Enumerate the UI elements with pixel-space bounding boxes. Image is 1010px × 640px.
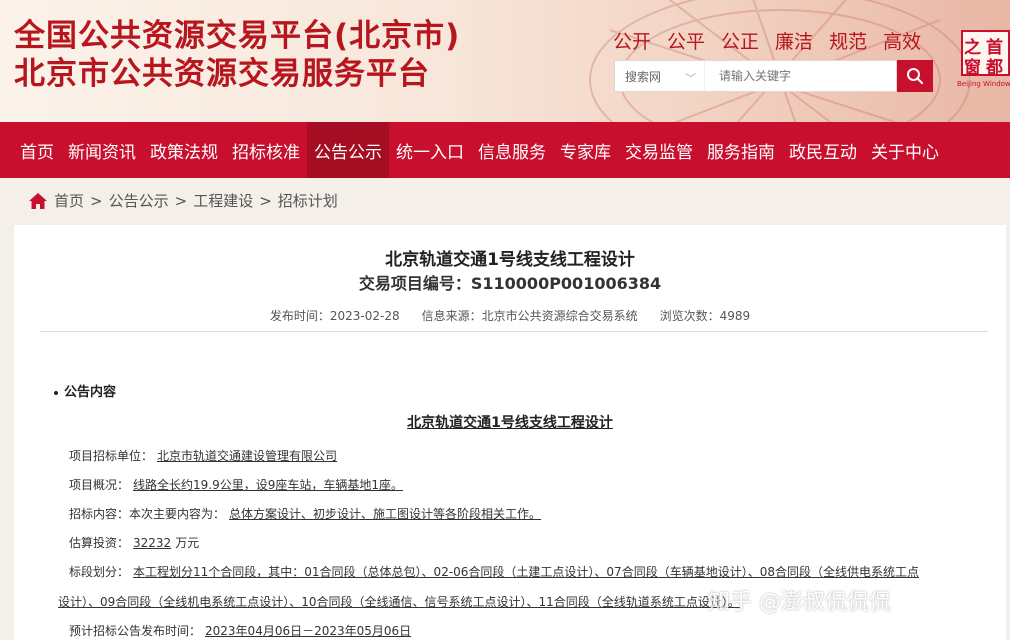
slogan-group: 公开 公平 公正 廉洁 规范 高效 — [613, 27, 921, 54]
bullet-icon — [54, 390, 58, 395]
field-value: 本工程划分11个合同段，其中：01合同段（总体总包）、02-06合同段（土建工点… — [133, 565, 919, 579]
field-value: 北京市轨道交通建设管理有限公司 — [157, 449, 338, 463]
field-expected-publish: 预计招标公告发布时间： 2023年04月06日－2023年05月06日 — [69, 622, 415, 639]
search-bar: 搜索网 ﹀ — [614, 60, 944, 92]
slogan: 廉洁 — [775, 31, 814, 53]
site-title-beijing: 北京市公共资源交易服务平台 — [14, 56, 430, 92]
publish-time: 发布时间：2023-02-28 — [269, 309, 400, 323]
field-label: 估算投资： — [69, 536, 130, 550]
article-panel: 北京轨道交通1号线支线工程设计 交易项目编号：S110000P001006384… — [14, 225, 1006, 640]
nav-item-policy[interactable]: 政策法规 — [143, 122, 225, 178]
nav-item-expert-db[interactable]: 专家库 — [553, 122, 618, 178]
search-scope-label: 搜索网 — [625, 69, 662, 84]
field-label: 项目概况： — [69, 478, 130, 492]
breadcrumb-separator: > — [174, 191, 188, 210]
notice-title: 北京轨道交通1号线支线工程设计 — [407, 415, 613, 431]
nav-item-unified-entry[interactable]: 统一入口 — [389, 122, 471, 178]
slogan: 公平 — [667, 31, 706, 53]
nav-item-news[interactable]: 新闻资讯 — [61, 122, 143, 178]
field-lot-division-cont: 设计）、09合同段（全线机电系统工点设计）、10合同段（全线通信、信号系统工点设… — [54, 593, 744, 610]
section-heading: 公告内容 — [54, 381, 116, 400]
field-value: 总体方案设计、初步设计、施工图设计等各阶段相关工作。 — [229, 507, 542, 521]
breadcrumb-separator: > — [259, 191, 272, 210]
slogan: 规范 — [829, 31, 868, 53]
article-title: 北京轨道交通1号线支线工程设计 — [385, 250, 635, 270]
slogan: 公开 — [613, 31, 652, 53]
beijing-window-logo: 之 首 窗 都 Beijing Window — [957, 28, 1010, 88]
field-unit: 万元 — [175, 536, 200, 550]
field-tendering-unit: 项目招标单位： 北京市轨道交通建设管理有限公司 — [69, 447, 341, 464]
nav-item-bid-approval[interactable]: 招标核准 — [225, 122, 307, 178]
search-scope-select[interactable]: 搜索网 ﹀ — [614, 60, 704, 92]
nav-item-about[interactable]: 关于中心 — [864, 122, 946, 178]
field-label: 项目招标单位： — [69, 449, 154, 463]
section-heading-text: 公告内容 — [64, 385, 117, 400]
site-header: 全国公共资源交易平台(北京市) 北京市公共资源交易服务平台 公开 公平 公正 廉… — [0, 0, 1010, 122]
divider — [40, 331, 988, 332]
nav-item-interaction[interactable]: 政民互动 — [782, 122, 864, 178]
nav-item-info-service[interactable]: 信息服务 — [471, 122, 553, 178]
search-input[interactable] — [704, 60, 897, 92]
field-project-overview: 项目概况： 线路全长约19.9公里，设9座车站，车辆基地1座。 — [69, 476, 407, 493]
nav-item-announcements[interactable]: 公告公示 — [307, 122, 389, 178]
field-label: 预计招标公告发布时间： — [69, 624, 202, 638]
field-value: 线路全长约19.9公里，设9座车站，车辆基地1座。 — [133, 478, 404, 492]
main-nav: 首页 新闻资讯 政策法规 招标核准 公告公示 统一入口 信息服务 专家库 交易监… — [0, 122, 1010, 178]
nav-item-service-guide[interactable]: 服务指南 — [700, 122, 782, 178]
seal-char: 都 — [986, 58, 1003, 78]
search-button[interactable] — [897, 60, 933, 92]
field-label: 标段划分： — [69, 565, 130, 579]
breadcrumb-construction[interactable]: 工程建设 — [193, 190, 253, 211]
breadcrumb: 首页 > 公告公示 > 工程建设 > 招标计划 — [28, 190, 338, 211]
breadcrumb-bid-plan[interactable]: 招标计划 — [278, 190, 338, 211]
field-estimated-investment: 估算投资： 32232 万元 — [69, 534, 199, 551]
breadcrumb-announcements[interactable]: 公告公示 — [109, 190, 169, 211]
breadcrumb-separator: > — [90, 191, 103, 210]
slogan: 公正 — [721, 31, 760, 53]
slogan: 高效 — [883, 31, 922, 53]
watermark: 知乎 @澎叔侃侃侃 — [708, 590, 891, 615]
search-icon — [907, 68, 924, 85]
nav-item-supervision[interactable]: 交易监管 — [618, 122, 700, 178]
article-meta: 发布时间：2023-02-28 信息来源：北京市公共资源综合交易系统 浏览次数：… — [14, 307, 1006, 324]
view-count: 浏览次数：4989 — [659, 309, 751, 323]
breadcrumb-home[interactable]: 首页 — [54, 190, 84, 211]
chevron-down-icon: ﹀ — [685, 72, 696, 85]
field-value: 2023年04月06日－2023年05月06日 — [205, 624, 412, 638]
field-label: 招标内容：本次主要内容为： — [69, 507, 226, 521]
field-lot-division: 标段划分： 本工程划分11个合同段，其中：01合同段（总体总包）、02-06合同段… — [69, 563, 923, 580]
field-tender-content: 招标内容：本次主要内容为： 总体方案设计、初步设计、施工图设计等各阶段相关工作。 — [69, 505, 545, 522]
field-value: 32232 — [133, 536, 172, 550]
seal-char: 窗 — [964, 58, 981, 78]
seal-subtitle: Beijing Window — [957, 80, 1010, 88]
field-value: 设计）、09合同段（全线机电系统工点设计）、10合同段（全线通信、信号系统工点设… — [58, 595, 740, 609]
project-code: 交易项目编号：S110000P001006384 — [358, 274, 662, 293]
info-source: 信息来源：北京市公共资源综合交易系统 — [421, 309, 638, 323]
nav-item-home[interactable]: 首页 — [0, 122, 61, 178]
home-icon — [29, 192, 47, 209]
